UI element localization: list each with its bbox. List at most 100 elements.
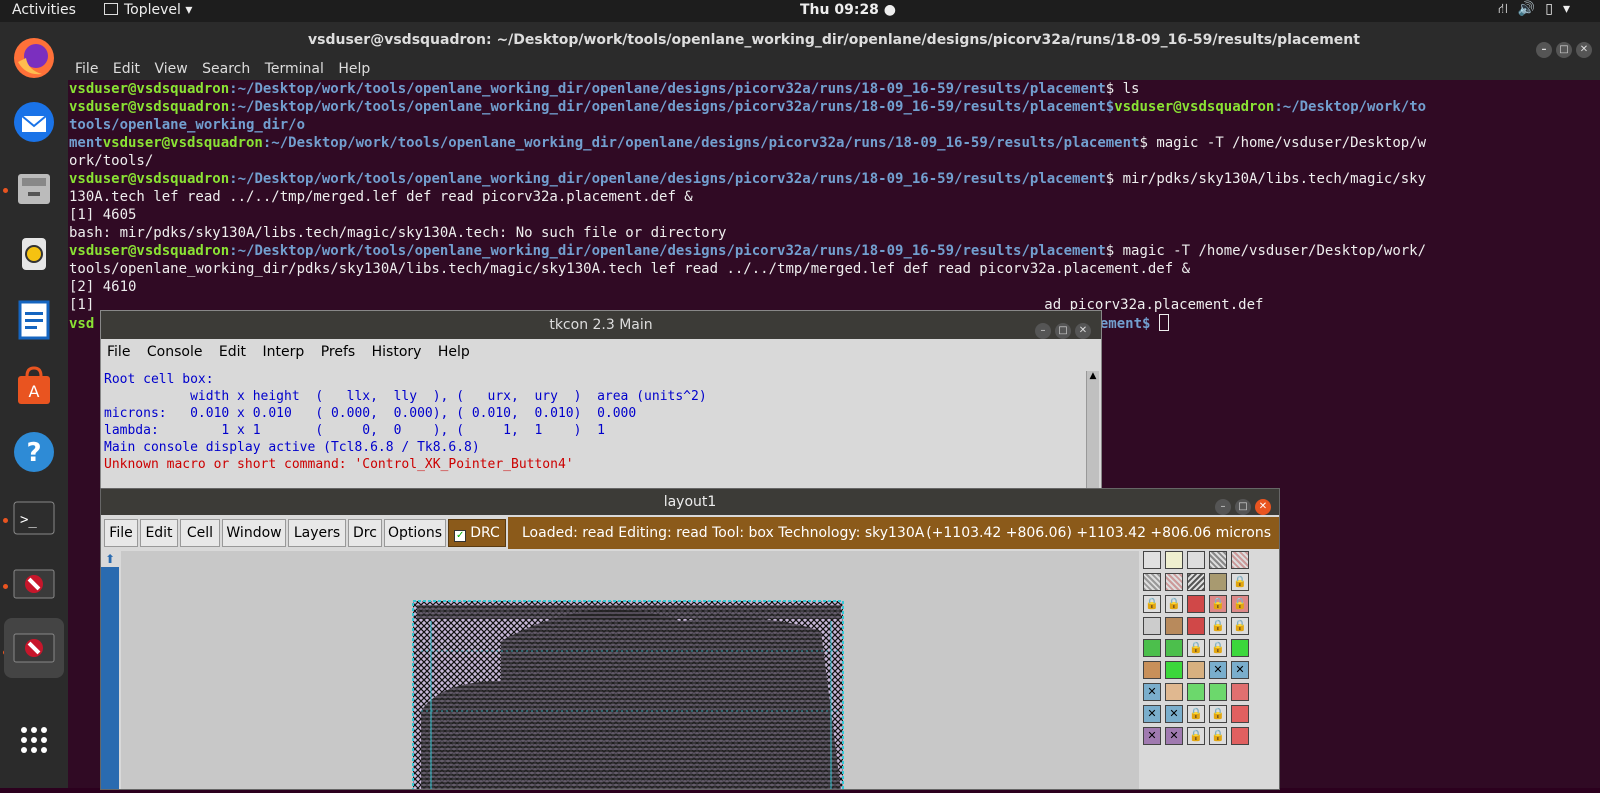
firefox-icon[interactable] bbox=[10, 34, 58, 82]
scroll-up-arrow-icon[interactable]: ▲ bbox=[1087, 371, 1099, 383]
tkcon-menu-console[interactable]: Console bbox=[147, 344, 203, 360]
layer-swatch[interactable]: ✕ bbox=[1165, 705, 1183, 723]
layer-swatch[interactable]: ✕ bbox=[1165, 727, 1183, 745]
layer-swatch[interactable] bbox=[1209, 551, 1227, 569]
layout-menu-layers[interactable]: Layers bbox=[288, 519, 346, 547]
layer-swatch[interactable]: ✕ bbox=[1143, 683, 1161, 701]
layer-swatch[interactable] bbox=[1231, 551, 1249, 569]
maximize-button[interactable]: □ bbox=[1556, 42, 1572, 58]
layer-swatch[interactable] bbox=[1231, 639, 1249, 657]
menu-file[interactable]: File bbox=[75, 61, 98, 77]
terminal-output[interactable]: vsduser@vsdsquadron:~/Desktop/work/tools… bbox=[69, 80, 1600, 333]
layer-swatch[interactable] bbox=[1187, 661, 1205, 679]
layer-swatch[interactable] bbox=[1209, 683, 1227, 701]
minimize-button[interactable]: – bbox=[1035, 323, 1051, 339]
drc-toggle[interactable]: ✓ DRC bbox=[448, 519, 506, 547]
menu-edit[interactable]: Edit bbox=[113, 61, 140, 77]
layer-swatch[interactable] bbox=[1165, 661, 1183, 679]
terminal-titlebar[interactable]: vsduser@vsdsquadron: ~/Desktop/work/tool… bbox=[68, 22, 1600, 58]
lock-icon[interactable]: 🔒 bbox=[1231, 573, 1249, 591]
minimize-button[interactable]: – bbox=[1215, 499, 1231, 515]
software-icon[interactable]: A bbox=[10, 362, 58, 410]
blocked-app-icon[interactable] bbox=[4, 618, 64, 678]
battery-icon[interactable]: ▯ bbox=[1545, 1, 1563, 17]
magic-layout-window[interactable]: layout1 – □ ✕ File Edit Cell Window Layers… bbox=[100, 488, 1280, 792]
menu-help[interactable]: Help bbox=[338, 61, 370, 77]
layer-swatch[interactable] bbox=[1231, 727, 1249, 745]
layer-swatch[interactable] bbox=[1165, 639, 1183, 657]
menu-arrow-icon[interactable]: ▾ bbox=[1563, 1, 1580, 17]
lock-icon[interactable]: 🔒 bbox=[1231, 617, 1249, 635]
show-applications-icon[interactable] bbox=[10, 716, 58, 764]
lock-icon[interactable]: 🔒 bbox=[1209, 595, 1227, 613]
layer-swatch[interactable] bbox=[1231, 683, 1249, 701]
lock-icon[interactable]: 🔒 bbox=[1209, 617, 1227, 635]
layout-canvas[interactable] bbox=[121, 551, 1139, 792]
layout-titlebar[interactable]: layout1 – □ ✕ bbox=[101, 489, 1279, 515]
layer-swatch[interactable]: ✕ bbox=[1231, 661, 1249, 679]
lock-icon[interactable]: 🔒 bbox=[1209, 705, 1227, 723]
layer-swatch[interactable] bbox=[1165, 551, 1183, 569]
rhythmbox-icon[interactable] bbox=[10, 230, 58, 278]
clock[interactable]: Thu 09:28 ● bbox=[800, 2, 896, 18]
layout-vertical-scrollbar[interactable]: ⬆ bbox=[101, 551, 119, 789]
tkcon-menu-prefs[interactable]: Prefs bbox=[321, 344, 355, 360]
maximize-button[interactable]: □ bbox=[1235, 499, 1251, 515]
tkcon-console[interactable]: Root cell box: width x height ( llx, lly… bbox=[104, 371, 1084, 497]
drc-checkbox[interactable]: ✓ bbox=[454, 530, 467, 542]
layout-menu-edit[interactable]: Edit bbox=[140, 519, 178, 547]
tkcon-menu-file[interactable]: File bbox=[107, 344, 130, 360]
tkcon-menu-history[interactable]: History bbox=[372, 344, 422, 360]
minimize-button[interactable]: – bbox=[1536, 42, 1552, 58]
writer-icon[interactable] bbox=[10, 296, 58, 344]
network-icon[interactable]: ⛙ bbox=[1498, 1, 1518, 17]
lock-icon[interactable]: 🔒 bbox=[1231, 595, 1249, 613]
layer-swatch[interactable] bbox=[1165, 617, 1183, 635]
layer-swatch[interactable] bbox=[1165, 573, 1183, 591]
files-icon[interactable] bbox=[10, 164, 58, 212]
tkcon-menu-edit[interactable]: Edit bbox=[219, 344, 246, 360]
lock-icon[interactable]: 🔒 bbox=[1209, 727, 1227, 745]
tkcon-titlebar[interactable]: tkcon 2.3 Main – □ ✕ bbox=[101, 311, 1101, 339]
layer-swatch[interactable] bbox=[1143, 661, 1161, 679]
close-button[interactable]: ✕ bbox=[1576, 42, 1592, 58]
layout-menu-file[interactable]: File bbox=[104, 519, 138, 547]
lock-icon[interactable]: 🔒 bbox=[1143, 595, 1161, 613]
help-icon[interactable]: ? bbox=[10, 428, 58, 476]
layout-menu-window[interactable]: Window bbox=[222, 519, 286, 547]
menu-view[interactable]: View bbox=[154, 61, 187, 77]
thunderbird-icon[interactable] bbox=[10, 98, 58, 146]
menu-search[interactable]: Search bbox=[202, 61, 250, 77]
tkcon-window[interactable]: tkcon 2.3 Main – □ ✕ File Console Edit Int… bbox=[100, 310, 1102, 497]
volume-icon[interactable]: 🔊 bbox=[1518, 1, 1545, 17]
layer-swatch[interactable] bbox=[1187, 595, 1205, 613]
scroll-up-arrow-icon[interactable]: ⬆ bbox=[101, 551, 119, 567]
layer-swatch[interactable] bbox=[1209, 573, 1227, 591]
layout-menu-options[interactable]: Options bbox=[384, 519, 446, 547]
layer-swatch[interactable] bbox=[1187, 551, 1205, 569]
terminal-icon[interactable]: >_ bbox=[10, 494, 58, 542]
app-menu-toplevel[interactable]: Toplevel ▾ bbox=[104, 2, 192, 18]
layer-swatch[interactable] bbox=[1143, 573, 1161, 591]
close-button[interactable]: ✕ bbox=[1255, 499, 1271, 515]
layer-swatch[interactable] bbox=[1143, 617, 1161, 635]
lock-icon[interactable]: 🔒 bbox=[1209, 639, 1227, 657]
layer-swatch[interactable] bbox=[1143, 551, 1161, 569]
layer-swatch[interactable]: ✕ bbox=[1143, 705, 1161, 723]
blocked-app-icon[interactable] bbox=[10, 560, 58, 608]
close-button[interactable]: ✕ bbox=[1075, 323, 1091, 339]
layer-swatch[interactable] bbox=[1231, 705, 1249, 723]
tkcon-menu-help[interactable]: Help bbox=[438, 344, 470, 360]
layer-swatch[interactable] bbox=[1187, 573, 1205, 591]
lock-icon[interactable]: 🔒 bbox=[1187, 639, 1205, 657]
tkcon-scrollbar[interactable]: ▲ bbox=[1086, 371, 1099, 491]
menu-terminal[interactable]: Terminal bbox=[265, 61, 324, 77]
system-tray[interactable]: ⛙🔊▯▾ bbox=[1498, 1, 1580, 19]
layer-swatch[interactable]: ✕ bbox=[1143, 727, 1161, 745]
activities-button[interactable]: Activities bbox=[12, 2, 76, 18]
layer-swatch[interactable] bbox=[1143, 639, 1161, 657]
layer-swatch[interactable] bbox=[1187, 683, 1205, 701]
layout-menu-drc[interactable]: Drc bbox=[348, 519, 382, 547]
layout-menu-cell[interactable]: Cell bbox=[180, 519, 220, 547]
layer-swatch[interactable] bbox=[1165, 683, 1183, 701]
